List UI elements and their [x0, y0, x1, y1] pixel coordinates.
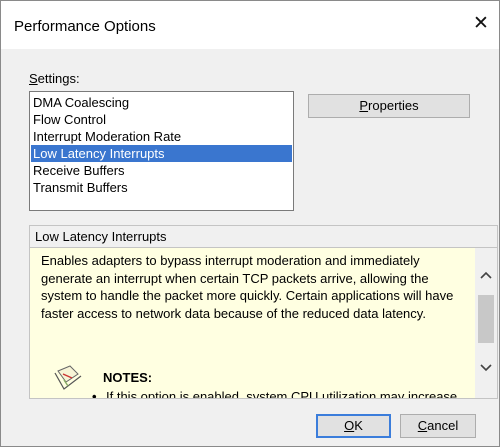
notes-pencil-icon — [54, 365, 82, 390]
window-title: Performance Options — [14, 18, 156, 35]
list-item-low-latency-interrupts[interactable]: Low Latency Interrupts — [31, 145, 292, 162]
properties-mnemonic: P — [359, 98, 369, 113]
close-button[interactable]: ✕ — [463, 7, 499, 43]
chevron-down-icon[interactable] — [475, 358, 497, 380]
ok-mnemonic: O — [344, 418, 355, 433]
settings-label-mnemonic: S — [29, 71, 38, 86]
settings-label: Settings: — [29, 71, 80, 86]
list-item-receive-buffers[interactable]: Receive Buffers — [31, 162, 292, 179]
properties-label-rest: roperties — [368, 98, 419, 113]
description-header: Low Latency Interrupts — [29, 225, 498, 247]
list-item-transmit-buffers[interactable]: Transmit Buffers — [31, 179, 292, 196]
performance-options-dialog: Performance Options ✕ Settings: DMA Coal… — [0, 0, 500, 447]
cancel-button[interactable]: Cancel — [400, 414, 476, 438]
notes-bullet-text: If this option is enabled, system CPU ut… — [106, 389, 461, 399]
notes-bullet: • If this option is enabled, system CPU u… — [92, 388, 472, 399]
list-item-interrupt-moderation-rate[interactable]: Interrupt Moderation Rate — [31, 128, 292, 145]
description-panel: Enables adapters to bypass interrupt mod… — [29, 247, 498, 399]
settings-label-rest: ettings: — [37, 71, 80, 86]
settings-listbox[interactable]: DMA Coalescing Flow Control Interrupt Mo… — [29, 91, 294, 211]
ok-label-rest: K — [354, 418, 363, 433]
scrollbar-thumb[interactable] — [478, 295, 494, 343]
bullet-dot: • — [92, 389, 97, 399]
list-item-dma-coalescing[interactable]: DMA Coalescing — [31, 94, 292, 111]
list-item-flow-control[interactable]: Flow Control — [31, 111, 292, 128]
cancel-mnemonic: C — [417, 418, 428, 433]
chevron-up-icon[interactable] — [475, 265, 497, 287]
properties-button[interactable]: Properties — [308, 94, 470, 118]
title-bar: Performance Options ✕ — [1, 1, 499, 49]
description-text: Enables adapters to bypass interrupt mod… — [41, 253, 454, 321]
description-scrollbar[interactable] — [475, 248, 497, 398]
cancel-label-rest: ancel — [427, 418, 459, 433]
ok-button[interactable]: OK — [316, 414, 391, 438]
notes-label: NOTES: — [103, 370, 153, 385]
